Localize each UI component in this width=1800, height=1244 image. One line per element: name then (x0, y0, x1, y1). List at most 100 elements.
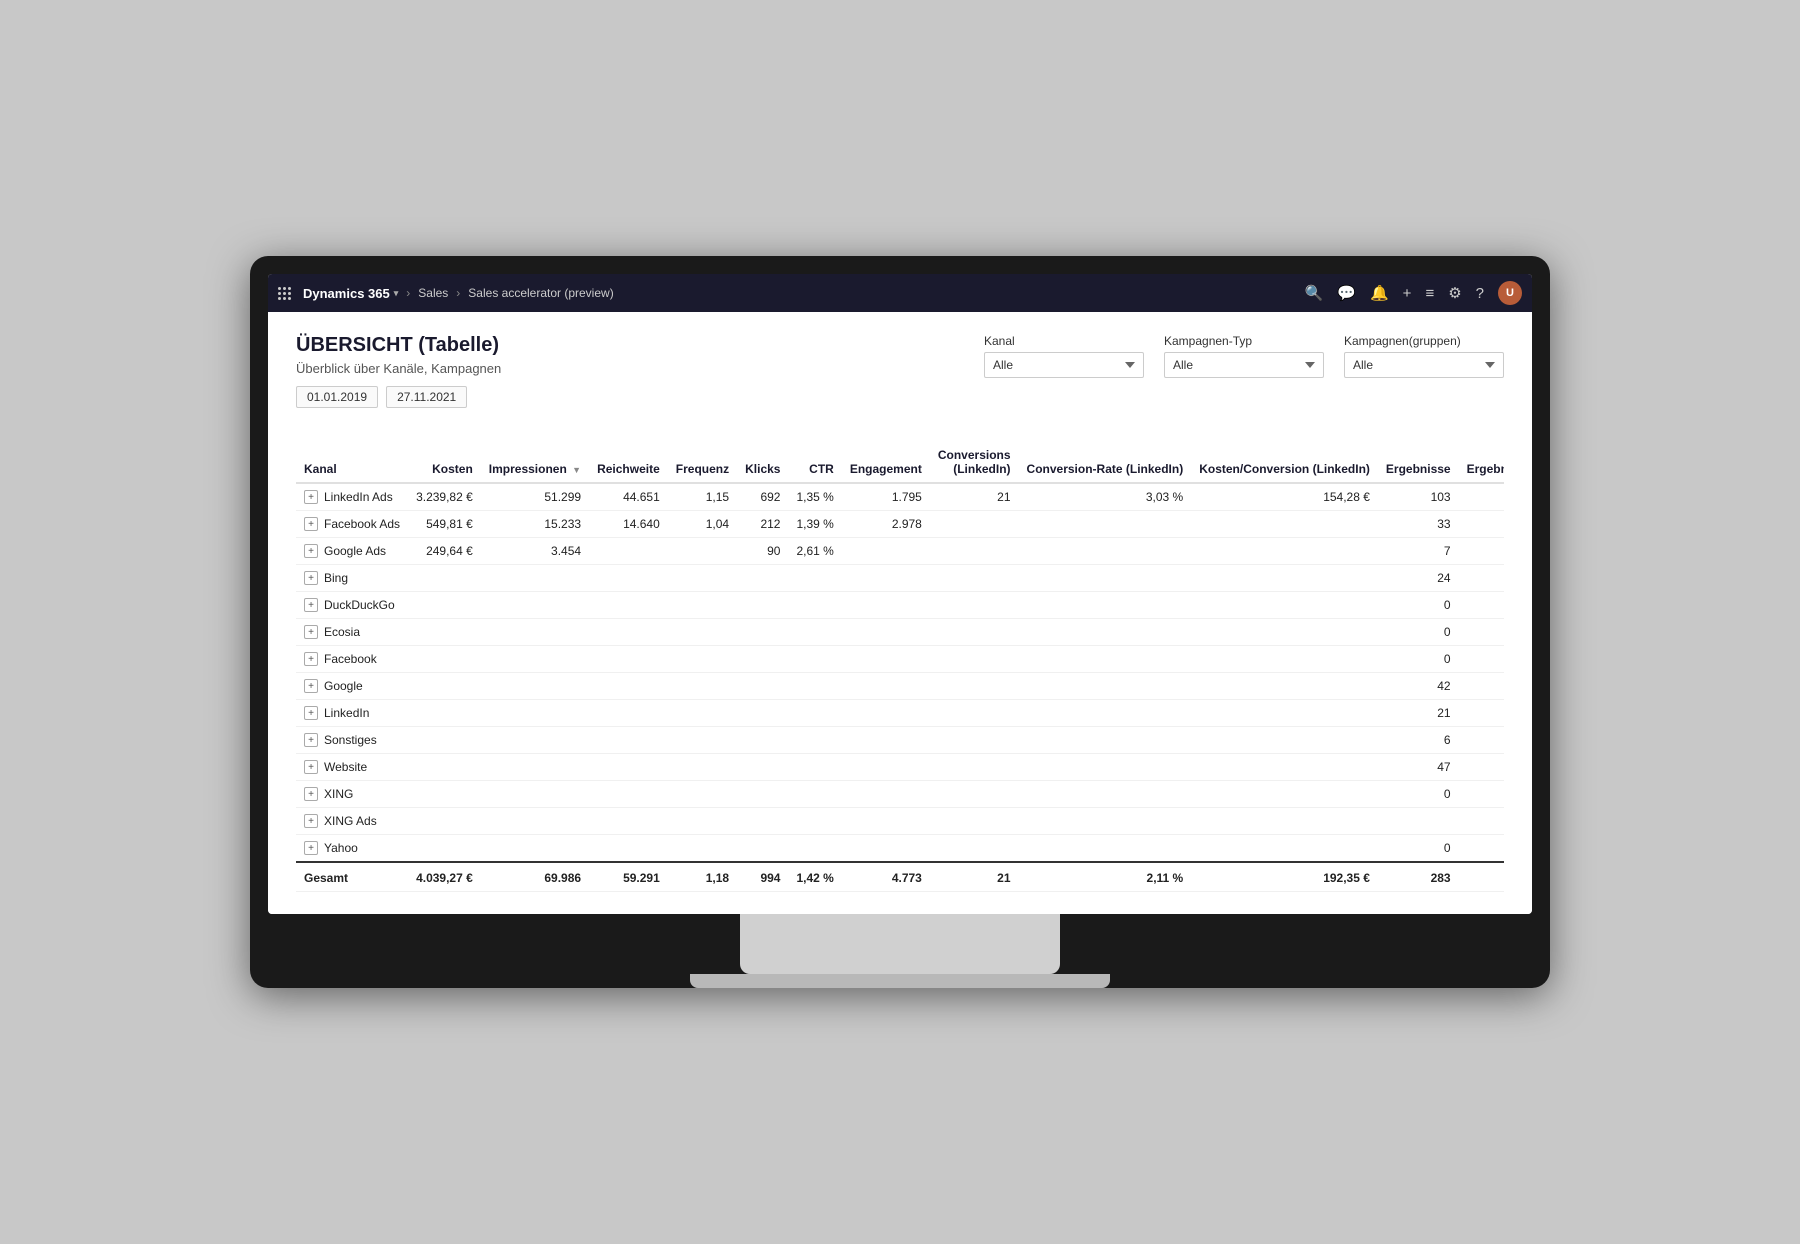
cell-impressionen-7 (481, 673, 589, 700)
table-wrapper: Kanal Kosten Impressionen ▼ Reichweite F… (296, 442, 1504, 892)
cell-kosten-conv-6 (1191, 646, 1378, 673)
th-klicks: Klicks (737, 442, 788, 483)
filter-kampagnen-gruppen-select[interactable]: Alle (1344, 352, 1504, 378)
expand-btn-13[interactable]: + (304, 841, 318, 855)
th-impressionen[interactable]: Impressionen ▼ (481, 442, 589, 483)
cell-conversions-1 (930, 511, 1019, 538)
page-title: ÜBERSICHT (Tabelle) (296, 334, 501, 357)
expand-btn-3[interactable]: + (304, 571, 318, 585)
filter-kampagnen-typ: Kampagnen-Typ Alle (1164, 334, 1324, 378)
table-row: + LinkedIn Ads 3.239,82 € 51.299 44.651 … (296, 483, 1504, 511)
cell-kosten-conv-11 (1191, 781, 1378, 808)
th-kosten: Kosten (408, 442, 481, 483)
cell-ctr-9 (788, 727, 841, 754)
cell-ergebnis-rate-10 (1459, 754, 1504, 781)
cell-engagement-7 (842, 673, 930, 700)
expand-btn-12[interactable]: + (304, 814, 318, 828)
cell-reichweite-2 (589, 538, 668, 565)
filter-kanal-select[interactable]: Alle (984, 352, 1144, 378)
table-row: + XING 0 (296, 781, 1504, 808)
app-grid-icon[interactable] (278, 287, 291, 300)
cell-klicks-5 (737, 619, 788, 646)
expand-btn-9[interactable]: + (304, 733, 318, 747)
expand-btn-0[interactable]: + (304, 490, 318, 504)
channel-name-1: Facebook Ads (324, 517, 400, 531)
cell-conversion-rate-1 (1019, 511, 1192, 538)
table-body: + LinkedIn Ads 3.239,82 € 51.299 44.651 … (296, 483, 1504, 892)
cell-kosten-7 (408, 673, 481, 700)
expand-btn-11[interactable]: + (304, 787, 318, 801)
cell-impressionen-12 (481, 808, 589, 835)
notification-icon[interactable]: 🔔 (1370, 284, 1389, 302)
expand-btn-8[interactable]: + (304, 706, 318, 720)
cell-ergebnisse-7: 42 (1378, 673, 1459, 700)
cell-engagement-1: 2.978 (842, 511, 930, 538)
expand-btn-2[interactable]: + (304, 544, 318, 558)
expand-btn-5[interactable]: + (304, 625, 318, 639)
cell-klicks-8 (737, 700, 788, 727)
cell-total-ergebnisse: 283 (1378, 862, 1459, 892)
cell-ergebnis-rate-12 (1459, 808, 1504, 835)
filter-kampagnen-typ-select[interactable]: Alle (1164, 352, 1324, 378)
monitor-stand (740, 914, 1060, 974)
cell-kosten-conv-4 (1191, 592, 1378, 619)
cell-engagement-0: 1.795 (842, 483, 930, 511)
cell-engagement-10 (842, 754, 930, 781)
cell-kosten-8 (408, 700, 481, 727)
channel-name-9: Sonstiges (324, 733, 377, 747)
table-row: + LinkedIn 21 (296, 700, 1504, 727)
table-header: Kanal Kosten Impressionen ▼ Reichweite F… (296, 442, 1504, 483)
cell-impressionen-9 (481, 727, 589, 754)
breadcrumb-sep-1: › (406, 286, 410, 300)
topbar-right: 🔍 💬 🔔 + ≡ ⚙ ? U (1305, 281, 1522, 305)
cell-frequenz-3 (668, 565, 737, 592)
cell-conversions-2 (930, 538, 1019, 565)
monitor-base (690, 974, 1110, 988)
cell-frequenz-1: 1,04 (668, 511, 737, 538)
expand-btn-7[interactable]: + (304, 679, 318, 693)
cell-frequenz-13 (668, 835, 737, 863)
filter-icon[interactable]: ≡ (1425, 285, 1434, 302)
th-ergebnis-rate: Ergebnis-Rate (1459, 442, 1504, 483)
expand-btn-6[interactable]: + (304, 652, 318, 666)
add-icon[interactable]: + (1403, 285, 1412, 302)
channel-name-0: LinkedIn Ads (324, 490, 393, 504)
cell-ctr-1: 1,39 % (788, 511, 841, 538)
settings-icon[interactable]: ⚙ (1448, 284, 1461, 302)
avatar[interactable]: U (1498, 281, 1522, 305)
cell-reichweite-8 (589, 700, 668, 727)
cell-kanal-1: + Facebook Ads (296, 511, 408, 538)
cell-total-engagement: 4.773 (842, 862, 930, 892)
cell-kosten-conv-1 (1191, 511, 1378, 538)
chat-icon[interactable]: 💬 (1337, 284, 1356, 302)
search-icon[interactable]: 🔍 (1305, 284, 1324, 302)
date-from[interactable]: 01.01.2019 (296, 386, 378, 408)
expand-btn-1[interactable]: + (304, 517, 318, 531)
cell-kosten-conv-10 (1191, 754, 1378, 781)
total-row: Gesamt 4.039,27 € 69.986 59.291 1,18 994… (296, 862, 1504, 892)
cell-ergebnisse-4: 0 (1378, 592, 1459, 619)
date-range: 01.01.2019 27.11.2021 (296, 386, 501, 408)
cell-conversion-rate-13 (1019, 835, 1192, 863)
expand-btn-4[interactable]: + (304, 598, 318, 612)
channel-name-5: Ecosia (324, 625, 360, 639)
cell-conversions-0: 21 (930, 483, 1019, 511)
channel-name-7: Google (324, 679, 363, 693)
cell-conversion-rate-12 (1019, 808, 1192, 835)
data-table: Kanal Kosten Impressionen ▼ Reichweite F… (296, 442, 1504, 892)
cell-ergebnisse-0: 103 (1378, 483, 1459, 511)
app-brand[interactable]: Dynamics 365 ▾ (303, 286, 398, 301)
help-icon[interactable]: ? (1476, 285, 1484, 302)
date-to[interactable]: 27.11.2021 (386, 386, 467, 408)
cell-kosten-3 (408, 565, 481, 592)
cell-conversions-13 (930, 835, 1019, 863)
expand-btn-10[interactable]: + (304, 760, 318, 774)
cell-kosten-12 (408, 808, 481, 835)
channel-name-2: Google Ads (324, 544, 386, 558)
cell-ergebnisse-9: 6 (1378, 727, 1459, 754)
cell-reichweite-3 (589, 565, 668, 592)
cell-engagement-13 (842, 835, 930, 863)
cell-frequenz-5 (668, 619, 737, 646)
cell-total-ctr: 1,42 % (788, 862, 841, 892)
breadcrumb-sales[interactable]: Sales (418, 286, 448, 300)
